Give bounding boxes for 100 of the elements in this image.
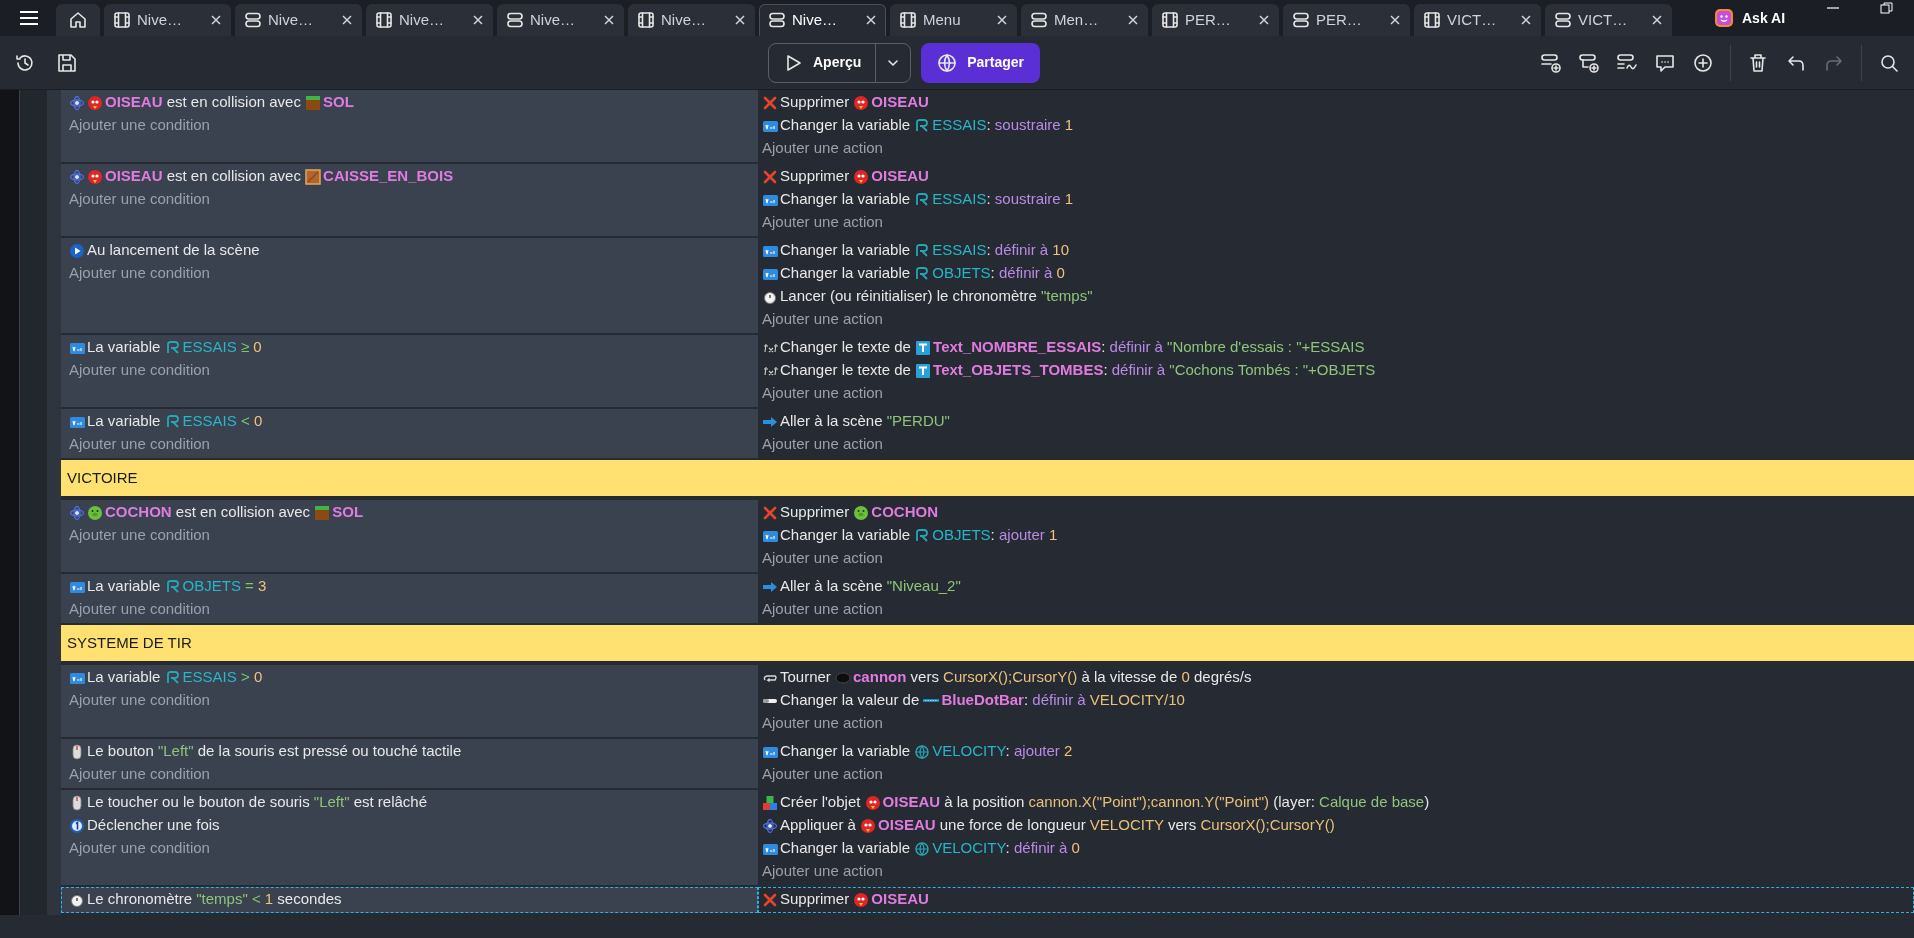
group-header[interactable]: VICTOIRE	[61, 460, 1914, 498]
editor-tab[interactable]: Nive…	[366, 4, 493, 36]
add-action-link[interactable]: Ajouter une action	[762, 763, 883, 786]
close-button[interactable]	[1651, 14, 1663, 26]
add-condition-link[interactable]: Ajouter une condition	[69, 359, 210, 382]
close-button[interactable]	[865, 14, 877, 26]
editor-tab[interactable]: Nive…	[235, 4, 362, 36]
group-header[interactable]: SYSTEME DE TIR	[61, 625, 1914, 663]
condition-text: Le chronomètre "temps" < 1 secondes	[87, 889, 342, 910]
close-button[interactable]	[734, 14, 746, 26]
editor-tab[interactable]: Menu	[890, 4, 1017, 36]
add-action-link[interactable]: Ajouter une action	[762, 598, 883, 621]
variable-scope-icon	[914, 191, 931, 208]
home-icon	[68, 10, 88, 30]
home-tab[interactable]	[56, 4, 100, 36]
mouse-icon	[69, 794, 85, 811]
close-icon	[1389, 14, 1401, 26]
action-text: Supprimer	[780, 166, 851, 187]
close-button[interactable]	[603, 14, 615, 26]
close-icon	[996, 14, 1008, 26]
action-text: OISEAU	[871, 92, 929, 113]
add-condition-link[interactable]: Ajouter une condition	[69, 763, 210, 786]
close-icon	[1127, 14, 1139, 26]
globe-icon	[914, 743, 931, 760]
close-button[interactable]	[996, 14, 1008, 26]
editor-tab[interactable]: Nive…	[628, 4, 755, 36]
editor-tab[interactable]: Nive…	[104, 4, 231, 36]
editor-tab[interactable]: PER…	[1152, 4, 1279, 36]
action-text: Supprimer	[780, 92, 851, 113]
editor-tab[interactable]: VICT…	[1414, 4, 1541, 36]
add-condition-link[interactable]: Ajouter une condition	[69, 114, 210, 137]
close-button[interactable]	[1389, 14, 1401, 26]
close-button[interactable]	[1127, 14, 1139, 26]
condition-text: OISEAU est en collision avec	[105, 166, 302, 187]
action-text: ESSAIS: soustraire 1	[932, 189, 1074, 210]
events-icon	[506, 11, 524, 29]
add-action-link[interactable]: Ajouter une action	[762, 860, 883, 883]
editor-tab[interactable]: Men…	[1021, 4, 1148, 36]
add-action-link[interactable]: Ajouter une action	[762, 137, 883, 160]
ground-icon	[305, 94, 322, 111]
add-condition-link[interactable]: Ajouter une condition	[69, 262, 210, 285]
film-icon	[637, 11, 655, 29]
editor-tab[interactable]: Nive…	[759, 4, 886, 36]
bird-icon	[853, 94, 870, 111]
close-button[interactable]	[1258, 14, 1270, 26]
atom-icon	[69, 94, 85, 111]
add-action-link[interactable]: Ajouter une action	[762, 308, 883, 331]
action-text: Supprimer	[780, 889, 851, 910]
add-condition-link[interactable]: Ajouter une condition	[69, 598, 210, 621]
action-text: Changer la variable	[780, 263, 912, 284]
add-condition-link[interactable]: Ajouter une condition	[69, 433, 210, 456]
restore-icon[interactable]	[1880, 2, 1894, 14]
action-text: Changer la variable	[780, 240, 912, 261]
delete-icon	[762, 891, 778, 908]
save-icon	[56, 51, 78, 74]
action-text: Changer la variable	[780, 525, 912, 546]
condition-text: ESSAIS ≥ 0	[182, 337, 262, 358]
add-condition-link[interactable]: Ajouter une condition	[69, 689, 210, 712]
action-text: VELOCITY: ajouter 2	[932, 741, 1073, 762]
events-icon	[1554, 11, 1572, 29]
add-action-link[interactable]: Ajouter une action	[762, 433, 883, 456]
add-action-link[interactable]: Ajouter une action	[762, 712, 883, 735]
action-text: COCHON	[871, 502, 939, 523]
ask-ai-label[interactable]: Ask AI	[1742, 7, 1786, 29]
stopwatch-icon	[69, 891, 85, 908]
editor-tab[interactable]: PER…	[1283, 4, 1410, 36]
add-condition-link[interactable]: Ajouter une condition	[69, 524, 210, 547]
add-action-link[interactable]: Ajouter une action	[762, 211, 883, 234]
bird-icon	[864, 794, 881, 811]
editor-tab[interactable]: VICT…	[1545, 4, 1672, 36]
bird-icon	[853, 168, 870, 185]
menu-icon	[18, 9, 40, 27]
condition-text: La variable	[87, 337, 162, 358]
close-button[interactable]	[210, 14, 222, 26]
add-action-link[interactable]: Ajouter une action	[762, 547, 883, 570]
atom-icon	[69, 504, 85, 521]
close-icon	[603, 14, 615, 26]
condition-text: Le bouton "Left" de la souris est pressé ou touché tactile	[87, 741, 462, 762]
share-button[interactable]: Partager	[921, 42, 1041, 83]
editor-tab[interactable]: Nive…	[497, 4, 624, 36]
slider-icon	[762, 698, 778, 703]
add-condition-link[interactable]: Ajouter une condition	[69, 188, 210, 211]
atom-icon	[762, 817, 778, 834]
close-button[interactable]	[472, 14, 484, 26]
assistant-icon[interactable]	[1714, 8, 1734, 28]
action-text: VELOCITY: définir à 0	[932, 838, 1080, 859]
add-condition-link[interactable]: Ajouter une condition	[69, 837, 210, 860]
bar-icon	[923, 699, 940, 702]
close-button[interactable]	[1520, 14, 1532, 26]
variable-scope-icon	[164, 669, 181, 686]
action-text: Changer la variable	[780, 741, 912, 762]
action-text: Supprimer	[780, 502, 851, 523]
variable-scope-icon	[164, 578, 181, 595]
trash-icon	[1747, 51, 1769, 74]
atom-icon	[69, 168, 85, 185]
bird-icon	[853, 891, 870, 908]
close-button[interactable]	[341, 14, 353, 26]
action-text: Changer le texte de	[780, 337, 912, 358]
events-icon	[244, 11, 262, 29]
add-action-link[interactable]: Ajouter une action	[762, 382, 883, 405]
